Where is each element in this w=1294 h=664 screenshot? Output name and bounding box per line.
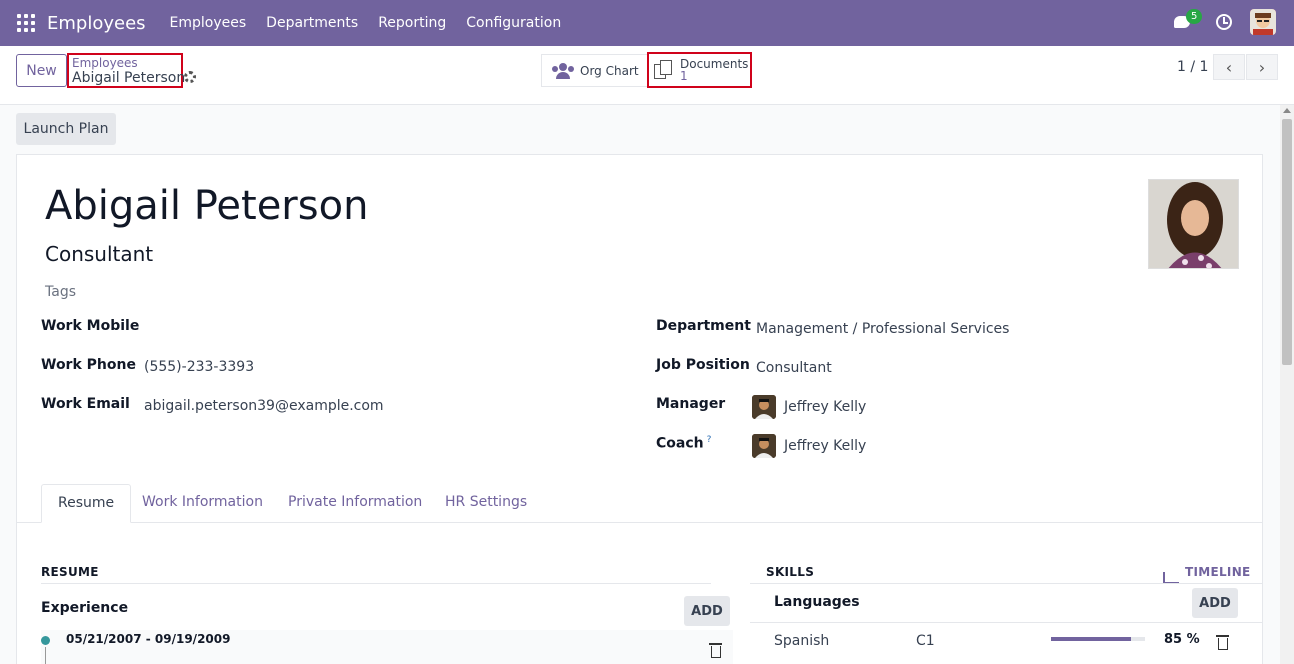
manager-field[interactable]: Jeffrey Kelly (784, 399, 866, 415)
work-email-label: Work Email (41, 396, 130, 412)
gear-icon[interactable] (184, 71, 196, 83)
skills-header-divider (750, 622, 1262, 623)
scroll-thumb[interactable] (1282, 119, 1292, 365)
resume-title: RESUME (41, 565, 99, 579)
coach-field[interactable]: Jeffrey Kelly (784, 438, 866, 454)
systray: 5 (1172, 9, 1276, 35)
job-position-field[interactable]: Consultant (756, 360, 832, 376)
chat-badge: 5 (1186, 9, 1203, 24)
work-mobile-label: Work Mobile (41, 318, 140, 334)
skill-group-label: Languages (774, 594, 860, 610)
coach-label-text: Coach (656, 435, 704, 452)
chevron-left-icon: ‹ (1225, 57, 1233, 77)
scroll-up-icon[interactable] (1283, 108, 1291, 113)
chat-icon[interactable]: 5 (1172, 9, 1203, 33)
org-chart-label: Org Chart (580, 63, 639, 78)
skill-percent: 85 % (1164, 632, 1200, 647)
menu-employees[interactable]: Employees (160, 15, 257, 31)
new-button[interactable]: New (16, 54, 67, 87)
skills-divider (750, 583, 1262, 584)
coach-avatar (752, 434, 776, 458)
tags-input[interactable]: Tags (45, 284, 76, 300)
breadcrumb: Employees Abigail Peterson (67, 53, 186, 88)
add-skill-button[interactable]: ADD (1192, 588, 1238, 618)
people-icon (552, 62, 574, 79)
tab-private-information[interactable]: Private Information (272, 484, 438, 523)
breadcrumb-current: Abigail Peterson (72, 70, 186, 86)
employee-photo[interactable] (1148, 179, 1239, 269)
timeline-dot (41, 636, 50, 645)
app-name[interactable]: Employees (47, 13, 146, 34)
skill-progress-fill (1051, 637, 1131, 641)
documents-count: 1 (680, 69, 688, 83)
documents-icon (654, 60, 674, 80)
coach-help-icon[interactable]: ? (707, 435, 712, 445)
pager-value[interactable]: 1 / 1 (1177, 59, 1208, 75)
resume-divider (41, 583, 711, 584)
activity-clock-icon[interactable] (1216, 14, 1232, 30)
coach-label: Coach? (656, 435, 711, 452)
skills-title: SKILLS (766, 565, 815, 579)
menu-configuration[interactable]: Configuration (456, 15, 571, 31)
menu-reporting[interactable]: Reporting (368, 15, 456, 31)
chevron-right-icon: › (1258, 57, 1266, 77)
launch-plan-button[interactable]: Launch Plan (16, 113, 116, 145)
menu-departments[interactable]: Departments (256, 15, 368, 31)
pager-next-button[interactable]: › (1246, 54, 1278, 80)
tab-hr-settings[interactable]: HR Settings (429, 484, 543, 523)
manager-label: Manager (656, 396, 726, 412)
control-panel: New Employees Abigail Peterson Org Chart… (0, 46, 1294, 105)
org-chart-button[interactable]: Org Chart (541, 54, 647, 87)
employee-name[interactable]: Abigail Peterson (45, 183, 368, 229)
form-sheet: Abigail Peterson Consultant Tags Work Mo… (16, 154, 1263, 664)
scrollbar[interactable] (1280, 105, 1294, 664)
form-content: Launch Plan Abigail Peterson Consultant … (0, 105, 1280, 664)
work-phone-field[interactable]: (555)-233-3393 (144, 359, 254, 375)
apps-grid-icon[interactable] (17, 14, 35, 32)
work-phone-label: Work Phone (41, 357, 136, 373)
department-label: Department (656, 318, 751, 334)
timeline-line (45, 647, 46, 664)
job-position-label: Job Position (656, 357, 750, 373)
skill-progress-bar (1051, 637, 1145, 641)
trash-icon[interactable] (709, 643, 722, 658)
add-resume-button[interactable]: ADD (684, 596, 730, 626)
resume-entry-dates: 05/21/2007 - 09/19/2009 (66, 632, 231, 646)
trash-icon[interactable] (1216, 635, 1229, 650)
skill-level[interactable]: C1 (916, 633, 935, 649)
experience-label: Experience (41, 600, 129, 616)
documents-label: Documents (680, 57, 749, 71)
manager-avatar (752, 395, 776, 419)
documents-button[interactable]: Documents 1 (647, 52, 752, 88)
breadcrumb-parent[interactable]: Employees (72, 56, 178, 70)
top-navbar: Employees Employees Departments Reportin… (0, 0, 1294, 46)
department-field[interactable]: Management / Professional Services (756, 321, 1009, 337)
skill-name[interactable]: Spanish (774, 633, 829, 649)
tab-work-information[interactable]: Work Information (126, 484, 279, 523)
notebook-tabs: Resume Work Information Private Informat… (17, 484, 1262, 523)
work-email-field[interactable]: abigail.peterson39@example.com (144, 398, 384, 414)
pager-previous-button[interactable]: ‹ (1213, 54, 1245, 80)
tab-resume[interactable]: Resume (41, 484, 132, 523)
employee-job-title[interactable]: Consultant (45, 242, 153, 266)
user-avatar[interactable] (1250, 9, 1276, 35)
timeline-link[interactable]: TIMELINE (1185, 565, 1251, 579)
